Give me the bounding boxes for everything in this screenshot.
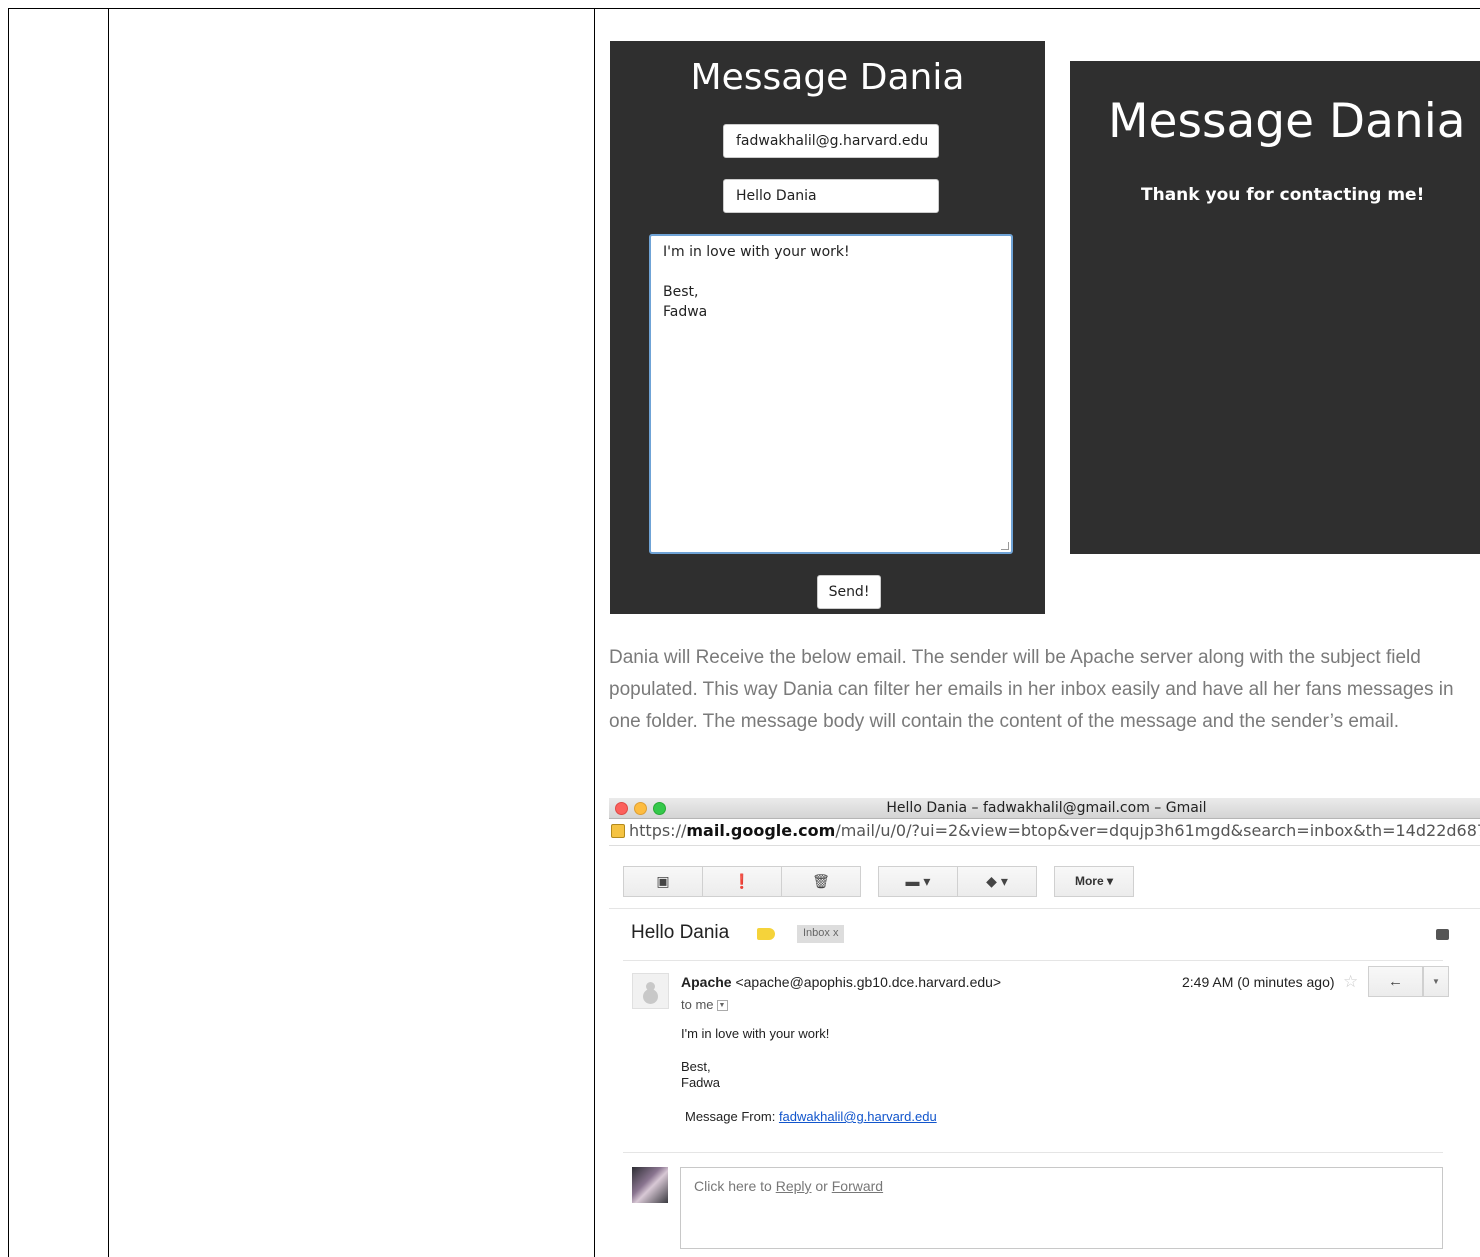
table-border-left (8, 8, 9, 1257)
message-text: I'm in love with your work! Best, Fadwa (663, 244, 850, 320)
inbox-label-badge[interactable]: Inbox x (797, 925, 845, 943)
more-button[interactable]: More ▾ (1054, 866, 1134, 897)
description-paragraph: Dania will Receive the below email. The … (609, 647, 1454, 732)
thank-you-panel: Message Dania Thank you for contacting m… (1070, 61, 1480, 554)
print-icon[interactable] (1436, 929, 1449, 940)
url-path: /mail/u/0/?ui=2&view=btop&ver=dqujp3h61m… (835, 821, 1480, 840)
email-field[interactable]: fadwakhalil@g.harvard.edu (723, 124, 939, 158)
subject-field[interactable]: Hello Dania (723, 179, 939, 213)
gmail-window: Hello Dania – fadwakhalil@gmail.com – Gm… (609, 798, 1480, 1257)
recipient-line: to me ▼ (681, 997, 728, 1012)
toolbar-divider (609, 908, 1480, 909)
message-time: 2:49 AM (0 minutes ago) (1182, 974, 1335, 990)
url-bar[interactable]: https://mail.google.com/mail/u/0/?ui=2&v… (609, 820, 1480, 846)
reply-prompt-text: Click here to (694, 1178, 772, 1194)
message-body-line: Fadwa (681, 1075, 721, 1090)
sender-avatar (632, 973, 669, 1009)
details-dropdown-icon[interactable]: ▼ (716, 1000, 728, 1012)
delete-button[interactable]: 🗑 (781, 866, 861, 897)
form-title: Message Dania (690, 57, 965, 98)
sender-email: <apache@apophis.gb10.dce.harvard.edu> (735, 974, 1002, 990)
resize-grip-icon[interactable] (1001, 542, 1009, 550)
folder-icon: ▬ ▾ (905, 873, 931, 889)
move-to-button[interactable]: ▬ ▾ (878, 866, 958, 897)
message-textarea[interactable]: I'm in love with your work! Best, Fadwa (649, 234, 1013, 554)
trash-icon: 🗑 (812, 873, 830, 889)
table-divider-1 (108, 8, 109, 1257)
send-button[interactable]: Send! (817, 575, 881, 609)
message-body-line: I'm in love with your work! (681, 1026, 830, 1041)
reply-button[interactable]: ← (1368, 966, 1423, 997)
message-from-link[interactable]: fadwakhalil@g.harvard.edu (779, 1109, 937, 1124)
url-prefix: https:// (629, 821, 687, 840)
message-from-line: Message From: fadwakhalil@g.harvard.edu (685, 1109, 937, 1125)
spam-icon: ❗ (733, 873, 751, 889)
importance-label-icon[interactable] (757, 928, 775, 940)
report-spam-button[interactable]: ❗ (702, 866, 782, 897)
forward-link[interactable]: Forward (832, 1178, 883, 1194)
archive-button[interactable]: ▣ (623, 866, 703, 897)
sender-line: Apache <apache@apophis.gb10.dce.harvard.… (681, 974, 1001, 990)
labels-button[interactable]: ◆ ▾ (957, 866, 1037, 897)
thanks-title: Message Dania (1108, 94, 1466, 149)
window-title: Hello Dania – fadwakhalil@gmail.com – Gm… (886, 800, 1207, 816)
message-body-line: Best, (681, 1059, 711, 1074)
archive-icon: ▣ (656, 873, 670, 889)
url-domain: mail.google.com (686, 821, 836, 840)
star-icon[interactable]: ☆ (1343, 972, 1358, 992)
sender-name: Apache (681, 974, 732, 990)
reply-divider (623, 1152, 1443, 1153)
email-subject: Hello Dania (631, 922, 730, 943)
quick-reply-box[interactable]: Click here to Reply or Forward (680, 1167, 1443, 1249)
lock-icon (611, 824, 625, 838)
window-titlebar: Hello Dania – fadwakhalil@gmail.com – Gm… (609, 798, 1480, 819)
table-divider-2 (594, 8, 595, 1257)
message-from-label: Message From: (685, 1109, 776, 1124)
user-avatar (632, 1167, 668, 1203)
label-tag-icon: ◆ ▾ (986, 873, 1008, 889)
header-divider (623, 960, 1443, 961)
reply-options-dropdown[interactable]: ▼ (1423, 966, 1449, 997)
contact-form-panel: Message Dania fadwakhalil@g.harvard.edu … (610, 41, 1045, 614)
reply-link[interactable]: Reply (776, 1178, 812, 1194)
thanks-message: Thank you for contacting me! (1141, 185, 1425, 205)
reply-or-text: or (815, 1178, 828, 1194)
to-me-label: to me (681, 997, 714, 1012)
